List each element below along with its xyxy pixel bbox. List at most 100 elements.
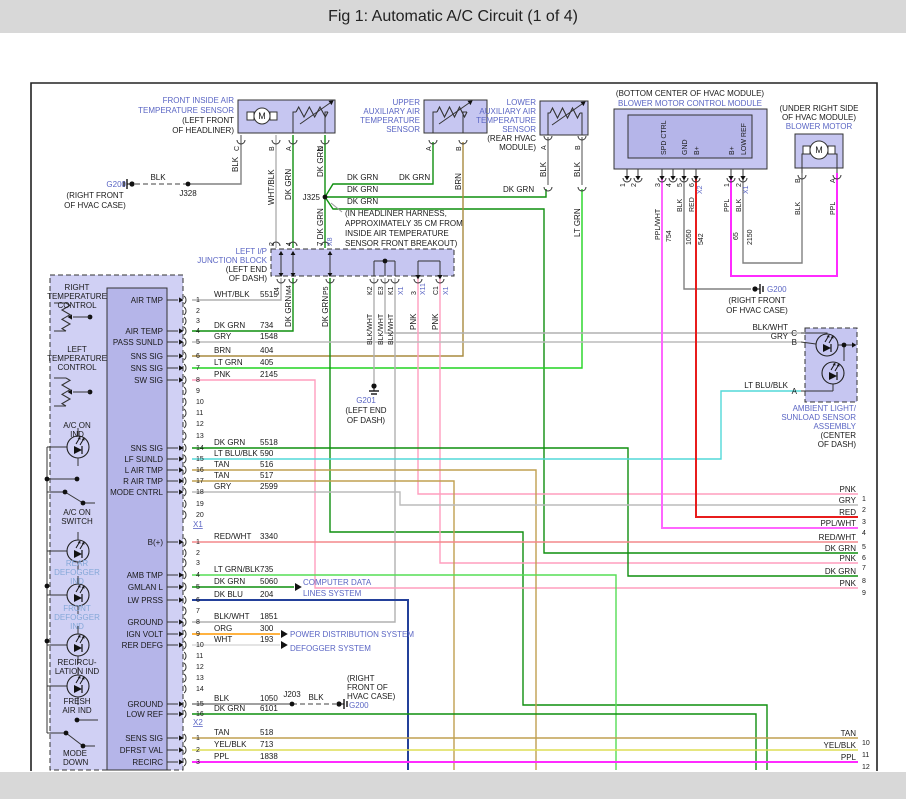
diagram-label: 3	[411, 291, 418, 295]
pin-number: 9	[196, 388, 200, 395]
diagram-label: (RIGHT	[347, 674, 375, 683]
diagram-label: P5	[323, 286, 330, 295]
exit-wire-label: PNK	[840, 485, 857, 494]
wire-color-label: BLK	[214, 694, 230, 703]
diagram-label: A	[541, 145, 548, 150]
diagram-label: E3	[378, 286, 385, 295]
diagram-label: (LEFT END	[226, 265, 267, 274]
diagram-label: LATION IND	[55, 667, 100, 676]
diagram-label: OF HVAC CASE)	[64, 201, 126, 210]
exit-wire-label: DK GRN	[825, 567, 856, 576]
diagram-label: PPL	[724, 199, 731, 212]
connector-bracket	[184, 500, 186, 508]
diagram-label: BLK	[150, 173, 166, 182]
pin-number: 5	[196, 584, 200, 591]
exit-wire-label: TAN	[841, 729, 857, 738]
wire-circuit-number: 405	[260, 358, 274, 367]
diagram-label: BLK	[308, 693, 324, 702]
diagram-label: REAR	[66, 559, 88, 568]
arrowhead	[281, 641, 288, 649]
diagram-label: BLK	[795, 201, 802, 215]
diagram-label: A/C ON	[63, 421, 91, 430]
automatic-ac-circuit-diagram: 1AIR TMPWHT/BLK5515234AIR TEMPDK GRN7345…	[0, 0, 906, 799]
diagram-label: 2150	[747, 229, 754, 245]
mod-blk-1050-g200	[684, 176, 751, 289]
diagram-label: (LEFT END	[345, 406, 386, 415]
diagram-label: A	[792, 387, 798, 396]
diagram-label: DK GRN	[347, 185, 378, 194]
diagram-label: 2	[631, 183, 638, 187]
wire-circuit-number: 5060	[260, 577, 278, 586]
junction-dot	[186, 182, 191, 187]
diagram-label: FRONT	[63, 604, 91, 613]
connector-bracket	[184, 307, 186, 315]
wire-circuit-number: 1851	[260, 612, 278, 621]
connector-bracket	[184, 746, 186, 754]
pin-number: 11	[196, 653, 203, 660]
diagram-label: DK GRN	[399, 173, 430, 182]
diagram-label: GND	[682, 139, 689, 155]
diagram-label: PPL/WHT	[655, 208, 662, 240]
diagram-label: BLK	[736, 198, 743, 212]
diagram-label: 1	[620, 183, 627, 187]
pin-number: 15	[196, 456, 204, 463]
diagram-label: COMPUTER DATA	[303, 578, 372, 587]
diagram-label: CONTROL	[57, 301, 97, 310]
diagram-label: AUXILIARY AIR	[363, 107, 420, 116]
exit-wire-label: PPL	[841, 753, 857, 762]
connector-bracket	[184, 488, 186, 496]
diagram-label: B	[269, 146, 276, 151]
diagram-label: X1	[398, 286, 405, 295]
diagram-label: HVAC CASE)	[347, 692, 396, 701]
diagram-label: FRONT INSIDE AIR	[163, 96, 235, 105]
diagram-label: PPL	[830, 202, 837, 215]
module-pin-label: RECIRC	[132, 758, 163, 767]
diagram-label: X2	[697, 185, 704, 194]
pin-number: 2	[196, 747, 200, 754]
pin-number: 13	[196, 433, 204, 440]
connector-bracket	[184, 549, 186, 557]
diagram-label: DOWN	[63, 758, 89, 767]
junction-dot	[383, 259, 388, 264]
diagram-label: M4	[286, 285, 293, 295]
diagram-label: RIGHT	[65, 283, 90, 292]
arrowhead	[295, 583, 302, 591]
pin-number: 12	[196, 421, 204, 428]
wire-color-label: TAN	[214, 728, 230, 737]
junction-dot	[64, 731, 69, 736]
module-pin-label: SNS SIG	[131, 352, 163, 361]
pin-number: 8	[196, 619, 200, 626]
pin-number: 9	[196, 631, 200, 638]
wire-circuit-number: 735	[260, 565, 274, 574]
connector-bracket	[184, 432, 186, 440]
page-cut-strip	[0, 772, 906, 799]
diagram-label: (IN HEADLINER HARNESS,	[345, 209, 447, 218]
arrowhead	[281, 630, 288, 638]
arrowhead	[635, 176, 640, 180]
junction-dot	[75, 718, 80, 723]
arrowhead	[728, 176, 733, 180]
diagram-label: OF DASH)	[229, 274, 268, 283]
wire-circuit-number: 3340	[260, 532, 278, 541]
diagram-label: B	[795, 178, 802, 183]
connector-bracket	[184, 352, 186, 360]
diagram-label: B+	[694, 146, 701, 155]
exit-wire-number: 5	[862, 544, 866, 551]
diagram-label: BLOWER MOTOR	[786, 122, 853, 131]
exit-wire-number: 2	[862, 507, 866, 514]
connector-bracket	[184, 327, 186, 335]
pin-number: 14	[196, 445, 204, 452]
wire-color-label: DK GRN	[214, 577, 245, 586]
pin-number: 2	[196, 550, 200, 557]
diagram-label: (RIGHT FRONT	[66, 191, 123, 200]
diagram-label: INSIDE AIR TEMPERATURE	[345, 229, 449, 238]
diagram-label: A	[830, 178, 837, 183]
connector-bracket	[184, 652, 186, 660]
pin-number: 7	[196, 365, 200, 372]
exit-wire-label: DK GRN	[825, 544, 856, 553]
module-pin-label: GROUND	[127, 700, 163, 709]
pin-number: 12	[196, 664, 204, 671]
diagram-label: DK GRN	[503, 185, 534, 194]
wire-color-label: GRY	[214, 482, 232, 491]
diagram-label: (REAR HVAC	[487, 134, 536, 143]
